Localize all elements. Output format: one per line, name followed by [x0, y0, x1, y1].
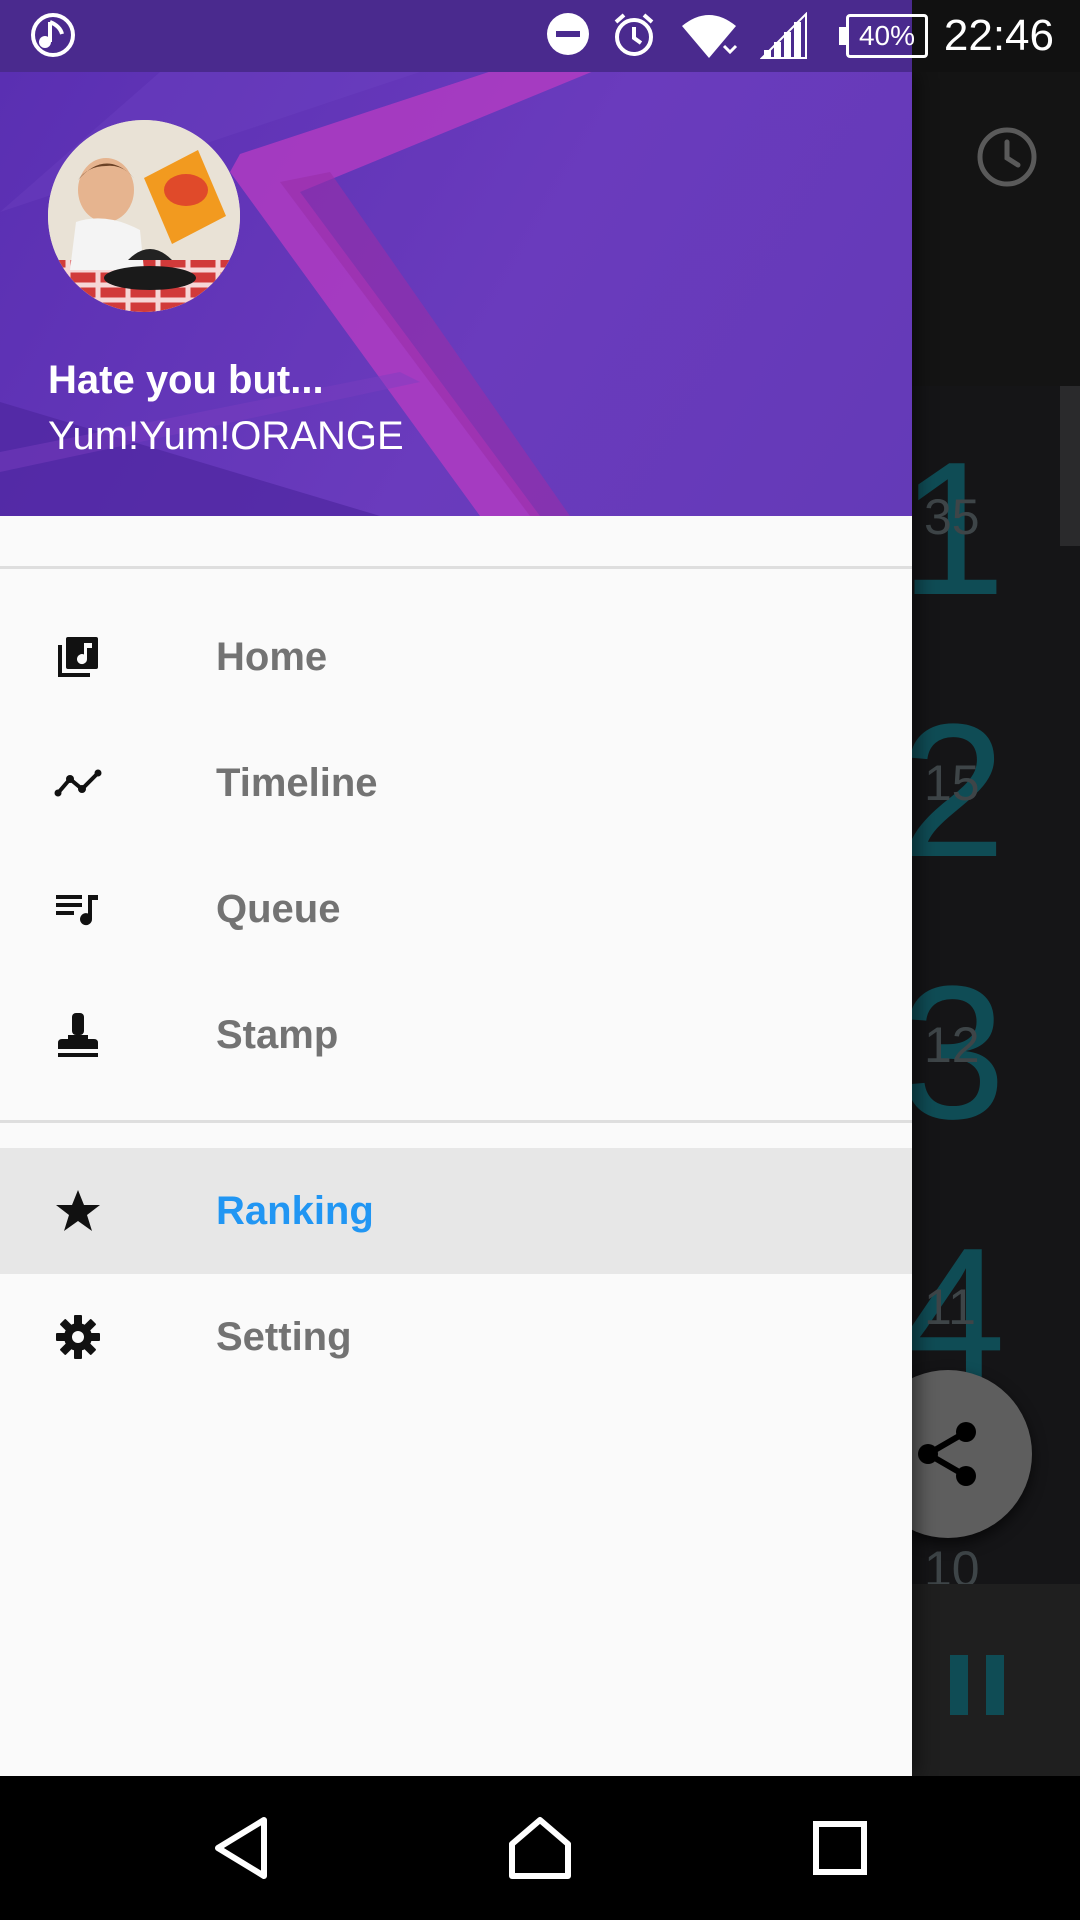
dnd-icon: [547, 13, 589, 55]
nav-item-setting[interactable]: Setting: [0, 1274, 912, 1400]
signal-icon: [760, 12, 807, 59]
nav-item-home[interactable]: Home: [0, 594, 912, 720]
status-time: 22:46: [943, 11, 1054, 60]
navigation-drawer: Hate you but... Yum!Yum!ORANGE Home Time…: [0, 72, 912, 1776]
nav-label: Stamp: [216, 1013, 339, 1057]
back-icon[interactable]: [206, 1812, 278, 1884]
system-nav-bar: [0, 1776, 1080, 1920]
rank-count: 12: [924, 1017, 980, 1073]
nav-label: Timeline: [216, 761, 378, 805]
recents-icon[interactable]: [804, 1812, 876, 1884]
pause-icon[interactable]: [948, 1655, 1008, 1715]
music-app-icon: [31, 13, 75, 57]
status-bar: 40% 22:46: [0, 0, 1080, 72]
divider: [0, 1120, 912, 1123]
music-library-icon: [58, 637, 98, 677]
avatar[interactable]: [48, 120, 240, 312]
song-title: Hate you but...: [48, 358, 324, 402]
queue-music-icon: [56, 895, 98, 926]
rank-count: 15: [924, 755, 980, 811]
rank-count: 11: [924, 1279, 976, 1335]
divider: [0, 566, 912, 569]
gear-icon: [56, 1315, 100, 1359]
battery-icon: 40%: [839, 14, 928, 58]
nav-label: Ranking: [216, 1189, 374, 1233]
nav-item-ranking[interactable]: Ranking: [0, 1148, 912, 1274]
artist-name: Yum!Yum!ORANGE: [48, 414, 404, 458]
album-art-avatar: [48, 120, 240, 312]
nav-item-queue[interactable]: Queue: [0, 846, 912, 972]
home-icon[interactable]: [504, 1812, 576, 1884]
rank-count: 35: [924, 489, 980, 545]
alarm-icon: [614, 13, 654, 56]
nav-label: Queue: [216, 887, 341, 931]
timeline-icon: [54, 769, 102, 797]
stamp-icon: [58, 1013, 98, 1057]
history-clock-icon[interactable]: [976, 126, 1038, 188]
nav-item-timeline[interactable]: Timeline: [0, 720, 912, 846]
wifi-icon: [682, 15, 738, 58]
nav-label: Home: [216, 635, 328, 679]
drawer-header: Hate you but... Yum!Yum!ORANGE: [0, 72, 912, 516]
scrollbar[interactable]: [1060, 386, 1080, 546]
nav-label: Setting: [216, 1315, 352, 1359]
star-icon: [56, 1190, 100, 1231]
share-icon: [918, 1422, 976, 1486]
nav-item-stamp[interactable]: Stamp: [0, 972, 912, 1098]
